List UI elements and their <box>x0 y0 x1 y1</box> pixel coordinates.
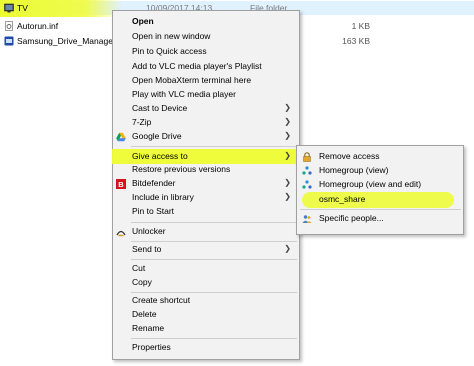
menu-item-label: Send to <box>132 244 162 254</box>
menu-item-label: Give access to <box>132 151 188 161</box>
chevron-right-icon: ❯ <box>284 117 291 126</box>
submenu-item-remove-access[interactable]: Remove access <box>297 150 463 164</box>
submenu-item-homegroup-view[interactable]: Homegroup (view) <box>297 164 463 178</box>
submenu-item-osmc-share[interactable]: osmc_share <box>297 193 463 207</box>
menu-item-rename[interactable]: Rename <box>113 322 299 336</box>
menu-item-mobaxterm[interactable]: Open MobaXterm terminal here <box>113 74 299 88</box>
menu-separator <box>131 146 297 147</box>
menu-separator <box>131 338 297 339</box>
menu-item-label: Homegroup (view) <box>319 165 389 175</box>
submenu-item-homegroup-edit[interactable]: Homegroup (view and edit) <box>297 178 463 192</box>
menu-separator <box>300 209 461 210</box>
menu-item-cut[interactable]: Cut <box>113 262 299 276</box>
chevron-right-icon: ❯ <box>284 103 291 112</box>
menu-item-label: Open <box>132 16 154 26</box>
context-menu: Open Open in new window Pin to Quick acc… <box>112 10 300 360</box>
menu-item-label: 7-Zip <box>132 117 152 127</box>
menu-item-pin-start[interactable]: Pin to Start <box>113 205 299 219</box>
menu-item-label: Properties <box>132 342 171 352</box>
people-icon <box>302 215 312 223</box>
menu-item-label: Play with VLC media player <box>132 89 236 99</box>
menu-item-label: Copy <box>132 277 152 287</box>
homegroup-icon <box>302 166 312 175</box>
menu-item-label: Include in library <box>132 192 194 202</box>
menu-separator <box>131 259 297 260</box>
app-exe-icon <box>4 36 14 46</box>
menu-item-label: Unlocker <box>132 226 166 236</box>
chevron-right-icon: ❯ <box>284 178 291 187</box>
chevron-right-icon: ❯ <box>284 192 291 201</box>
menu-item-give-access[interactable]: Give access to ❯ <box>113 150 299 164</box>
menu-item-label: Open MobaXterm terminal here <box>132 75 252 85</box>
menu-item-create-shortcut[interactable]: Create shortcut <box>113 294 299 308</box>
menu-item-label: Google Drive <box>132 131 182 141</box>
menu-item-label: Open in new window <box>132 31 211 41</box>
homegroup-icon <box>302 180 312 189</box>
menu-item-vlc-play[interactable]: Play with VLC media player <box>113 88 299 102</box>
file-name: Autorun.inf <box>17 21 59 31</box>
menu-item-include-library[interactable]: Include in library ❯ <box>113 191 299 205</box>
menu-separator <box>131 241 297 242</box>
menu-item-send-to[interactable]: Send to ❯ <box>113 243 299 257</box>
settings-file-icon <box>5 21 13 31</box>
chevron-right-icon: ❯ <box>284 244 291 253</box>
lock-icon <box>303 152 311 162</box>
give-access-submenu: Remove access Homegroup (view) Homegroup… <box>296 145 464 235</box>
menu-item-label: Pin to Quick access <box>132 46 207 56</box>
menu-item-open[interactable]: Open <box>113 15 299 29</box>
menu-item-copy[interactable]: Copy <box>113 276 299 290</box>
submenu-item-specific-people[interactable]: Specific people... <box>297 212 463 226</box>
menu-separator <box>131 222 297 223</box>
menu-item-label: Remove access <box>319 151 380 161</box>
menu-item-bitdefender[interactable]: B Bitdefender ❯ <box>113 177 299 191</box>
menu-item-pin-quick-access[interactable]: Pin to Quick access <box>113 45 299 59</box>
menu-item-open-new-window[interactable]: Open in new window <box>113 30 299 44</box>
menu-item-google-drive[interactable]: Google Drive ❯ <box>113 130 299 144</box>
chevron-right-icon: ❯ <box>284 131 291 140</box>
menu-item-delete[interactable]: Delete <box>113 308 299 322</box>
menu-item-label: Create shortcut <box>132 295 191 305</box>
tv-folder-icon <box>4 3 14 13</box>
file-size: 163 KB <box>342 36 370 46</box>
menu-item-label: Cut <box>132 263 146 273</box>
file-name: TV <box>17 3 28 13</box>
menu-item-properties[interactable]: Properties <box>113 341 299 355</box>
unlocker-icon <box>116 230 126 237</box>
chevron-right-icon: ❯ <box>284 151 291 160</box>
menu-item-vlc-playlist[interactable]: Add to VLC media player's Playlist <box>113 60 299 74</box>
menu-separator <box>131 292 297 293</box>
menu-item-label: Cast to Device <box>132 103 188 113</box>
menu-item-label: Specific people... <box>319 213 384 223</box>
menu-item-cast[interactable]: Cast to Device ❯ <box>113 102 299 116</box>
menu-item-unlocker[interactable]: Unlocker <box>113 225 299 239</box>
menu-item-label: Add to VLC media player's Playlist <box>132 61 262 71</box>
menu-item-label: osmc_share <box>319 194 366 204</box>
menu-item-label: Restore previous versions <box>132 164 231 174</box>
menu-item-label: Homegroup (view and edit) <box>319 179 422 189</box>
bitdefender-icon: B <box>116 179 126 189</box>
file-size: 1 KB <box>351 21 370 31</box>
menu-item-label: Bitdefender <box>132 178 176 188</box>
menu-item-label: Rename <box>132 323 165 333</box>
svg-text:B: B <box>118 180 124 189</box>
menu-item-label: Pin to Start <box>132 206 175 216</box>
menu-item-7zip[interactable]: 7-Zip ❯ <box>113 116 299 130</box>
menu-item-restore-versions[interactable]: Restore previous versions <box>113 163 299 177</box>
menu-item-label: Delete <box>132 309 157 319</box>
google-drive-icon <box>116 132 126 142</box>
